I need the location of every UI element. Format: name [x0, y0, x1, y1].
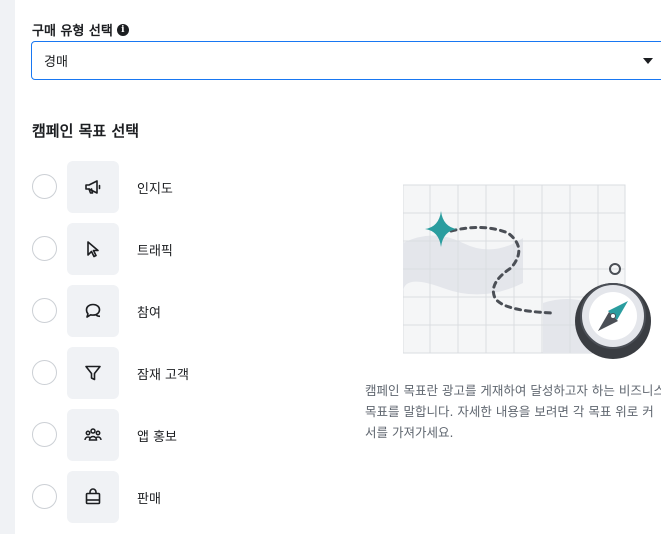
goal-option-sales[interactable]: 판매	[32, 471, 332, 523]
goal-option-leads[interactable]: 잠재 고객	[32, 347, 332, 399]
caret-down-icon	[643, 58, 653, 64]
goal-option-label: 잠재 고객	[137, 368, 189, 383]
radio-button[interactable]	[32, 360, 57, 385]
goal-option-label: 판매	[137, 492, 161, 507]
goal-option-label: 트래픽	[137, 244, 173, 259]
campaign-goal-title: 캠페인 목표 선택	[32, 122, 140, 140]
radio-button[interactable]	[32, 298, 57, 323]
radio-button[interactable]	[32, 484, 57, 509]
purchase-type-label: 구매 유형 선택	[32, 24, 113, 39]
goal-option-label: 앱 홍보	[137, 430, 178, 445]
purchase-type-select[interactable]: 경매	[31, 41, 661, 80]
purchase-type-value: 경매	[44, 55, 68, 70]
goal-option-engagement[interactable]: 참여	[32, 285, 332, 337]
goal-option-awareness[interactable]: 인지도	[32, 161, 332, 213]
megaphone-icon	[67, 161, 119, 213]
campaign-setup-panel: 구매 유형 선택 i 경매 캠페인 목표 선택 인지도 트래픽 참여 잠재 고객…	[15, 0, 661, 534]
goal-option-traffic[interactable]: 트래픽	[32, 223, 332, 275]
map-compass-illustration	[403, 184, 651, 359]
goal-option-label: 인지도	[137, 182, 173, 197]
radio-button[interactable]	[32, 174, 57, 199]
campaign-goal-description: 캠페인 목표란 광고를 게재하여 달성하고자 하는 비즈니스 목표를 말합니다.…	[365, 383, 661, 440]
chat-bubble-icon	[67, 285, 119, 337]
shopping-bag-icon	[67, 471, 119, 523]
radio-button[interactable]	[32, 236, 57, 261]
info-icon[interactable]: i	[116, 23, 129, 36]
goal-option-label: 참여	[137, 306, 161, 321]
people-group-icon	[67, 409, 119, 461]
cursor-icon	[67, 223, 119, 275]
funnel-icon	[67, 347, 119, 399]
goal-option-app-promotion[interactable]: 앱 홍보	[32, 409, 332, 461]
radio-button[interactable]	[32, 422, 57, 447]
purchase-type-label-row: 구매 유형 선택 i	[32, 20, 129, 39]
